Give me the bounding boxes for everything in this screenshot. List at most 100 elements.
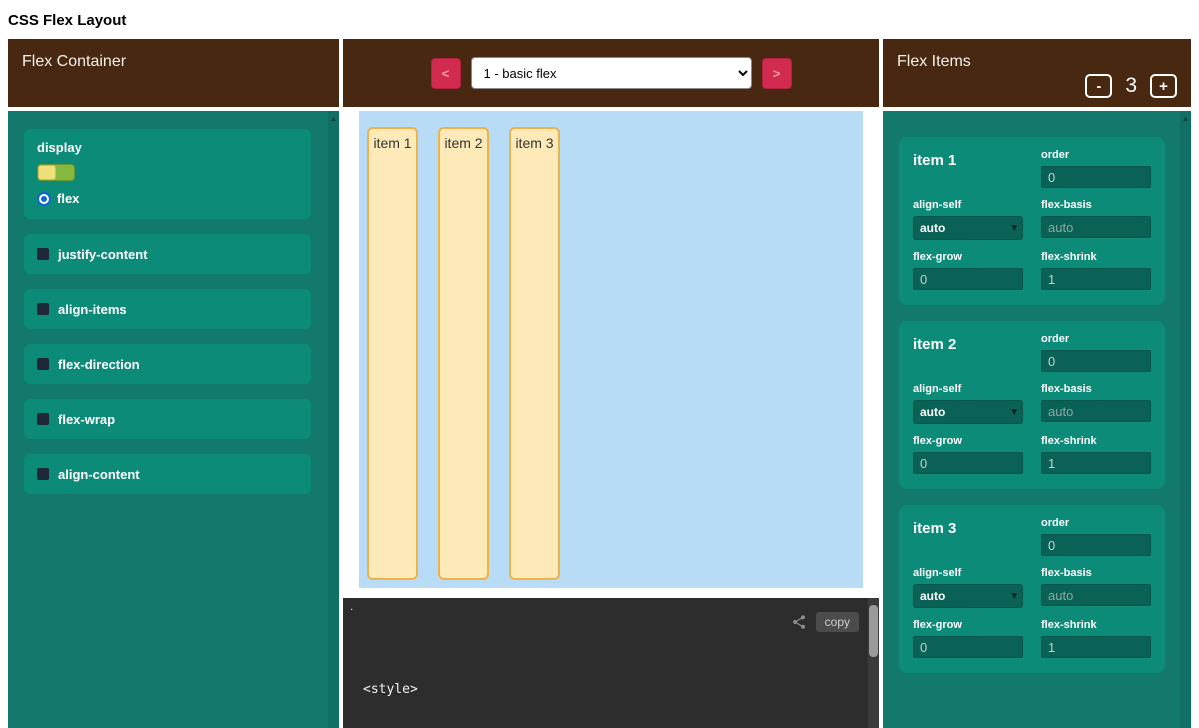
scroll-up-icon[interactable]: ▲ bbox=[328, 111, 339, 123]
flex-items-title: Flex Items bbox=[897, 53, 971, 70]
flex-item-1: item 1 bbox=[367, 127, 418, 580]
item-2-flex-basis-field: flex-basis bbox=[1041, 383, 1151, 424]
item-3-align-self-wrap: auto ▾ bbox=[913, 584, 1023, 608]
flex-container-demo: item 1 item 2 item 3 bbox=[359, 111, 863, 588]
item-card-1-title-cell: item 1 bbox=[913, 149, 1023, 188]
copy-button[interactable]: copy bbox=[816, 612, 859, 632]
item-1-flex-basis-field: flex-basis bbox=[1041, 199, 1151, 240]
scroll-up-icon[interactable]: ▲ bbox=[1180, 111, 1191, 123]
radio-dot-icon bbox=[41, 196, 47, 202]
flex-radio-label: flex bbox=[57, 191, 79, 206]
item-3-flex-shrink-input[interactable] bbox=[1041, 636, 1151, 658]
code-scrollbar[interactable] bbox=[868, 598, 879, 728]
prev-preset-button[interactable]: < bbox=[431, 58, 461, 89]
item-3-flex-grow-input[interactable] bbox=[913, 636, 1023, 658]
flex-direction-checkbox[interactable] bbox=[37, 358, 49, 370]
code-panel: . copy <style> .flex-container { display… bbox=[343, 598, 879, 728]
item-2-align-self-field: align-self auto ▾ bbox=[913, 383, 1023, 424]
flex-radio-row: flex bbox=[37, 191, 298, 206]
align-self-label: align-self bbox=[913, 383, 1023, 395]
flex-container-column: Flex Container display flex justify-cont… bbox=[8, 39, 339, 728]
align-items-label: align-items bbox=[58, 302, 127, 317]
item-1-align-self-wrap: auto ▾ bbox=[913, 216, 1023, 240]
flex-items-column: Flex Items - 3 + item 1 order bbox=[883, 39, 1191, 728]
item-1-order-input[interactable] bbox=[1041, 166, 1151, 188]
item-2-order-input[interactable] bbox=[1041, 350, 1151, 372]
code-toolbar: copy bbox=[791, 612, 859, 632]
flex-container-title: Flex Container bbox=[22, 53, 126, 70]
item-2-flex-grow-input[interactable] bbox=[913, 452, 1023, 474]
display-card: display flex bbox=[24, 129, 311, 219]
code-line: <style> bbox=[363, 680, 879, 699]
item-3-flex-basis-input[interactable] bbox=[1041, 584, 1151, 606]
flex-grow-label: flex-grow bbox=[913, 251, 1023, 263]
justify-content-label: justify-content bbox=[58, 247, 148, 262]
next-preset-button[interactable]: > bbox=[762, 58, 792, 89]
align-content-checkbox[interactable] bbox=[37, 468, 49, 480]
order-label: order bbox=[1041, 149, 1151, 161]
item-1-flex-grow-input[interactable] bbox=[913, 268, 1023, 290]
prop-card-flex-wrap: flex-wrap bbox=[24, 399, 311, 439]
flex-item-2: item 2 bbox=[438, 127, 489, 580]
flex-items-panel: item 1 order align-self auto ▾ bbox=[883, 111, 1191, 728]
item-1-order-field: order bbox=[1041, 149, 1151, 188]
page-title: CSS Flex Layout bbox=[0, 0, 1199, 39]
item-2-flex-shrink-input[interactable] bbox=[1041, 452, 1151, 474]
flex-basis-label: flex-basis bbox=[1041, 199, 1151, 211]
toggle-knob-icon bbox=[38, 165, 56, 180]
code-scrollbar-thumb[interactable] bbox=[869, 605, 878, 657]
prop-card-flex-direction: flex-direction bbox=[24, 344, 311, 384]
flex-grow-label: flex-grow bbox=[913, 435, 1023, 447]
flex-direction-label: flex-direction bbox=[58, 357, 140, 372]
item-3-align-self-field: align-self auto ▾ bbox=[913, 567, 1023, 608]
display-toggle[interactable] bbox=[37, 164, 75, 181]
item-2-align-self-select[interactable]: auto bbox=[913, 400, 1023, 424]
main-layout: Flex Container display flex justify-cont… bbox=[8, 39, 1191, 725]
item-1-align-self-select[interactable]: auto bbox=[913, 216, 1023, 240]
item-1-flex-shrink-input[interactable] bbox=[1041, 268, 1151, 290]
flex-basis-label: flex-basis bbox=[1041, 567, 1151, 579]
add-item-button[interactable]: + bbox=[1150, 74, 1177, 98]
flex-items-header: Flex Items - 3 + bbox=[883, 39, 1191, 107]
flex-shrink-label: flex-shrink bbox=[1041, 435, 1151, 447]
item-3-flex-shrink-field: flex-shrink bbox=[1041, 619, 1151, 658]
item-1-flex-basis-input[interactable] bbox=[1041, 216, 1151, 238]
flex-basis-label: flex-basis bbox=[1041, 383, 1151, 395]
preset-nav-header: < 1 - basic flex > bbox=[343, 39, 879, 107]
code-dot: . bbox=[350, 599, 353, 613]
flex-radio[interactable] bbox=[37, 192, 51, 206]
item-3-order-input[interactable] bbox=[1041, 534, 1151, 556]
prop-card-align-items: align-items bbox=[24, 289, 311, 329]
flex-wrap-checkbox[interactable] bbox=[37, 413, 49, 425]
item-count-controls: - 3 + bbox=[1085, 74, 1177, 98]
align-self-label: align-self bbox=[913, 567, 1023, 579]
item-3-flex-grow-field: flex-grow bbox=[913, 619, 1023, 658]
item-card-3-title-cell: item 3 bbox=[913, 517, 1023, 556]
prop-card-justify-content: justify-content bbox=[24, 234, 311, 274]
order-label: order bbox=[1041, 333, 1151, 345]
item-3-align-self-select[interactable]: auto bbox=[913, 584, 1023, 608]
flex-item-3: item 3 bbox=[509, 127, 560, 580]
share-icon[interactable] bbox=[791, 614, 807, 630]
item-card-1: item 1 order align-self auto ▾ bbox=[899, 137, 1165, 305]
justify-content-checkbox[interactable] bbox=[37, 248, 49, 260]
align-content-label: align-content bbox=[58, 467, 140, 482]
item-2-align-self-wrap: auto ▾ bbox=[913, 400, 1023, 424]
item-card-2: item 2 order align-self auto ▾ bbox=[899, 321, 1165, 489]
align-self-label: align-self bbox=[913, 199, 1023, 211]
remove-item-button[interactable]: - bbox=[1085, 74, 1112, 98]
preset-select[interactable]: 1 - basic flex bbox=[471, 57, 752, 89]
right-panel-scrollbar[interactable]: ▲ bbox=[1180, 111, 1191, 728]
align-items-checkbox[interactable] bbox=[37, 303, 49, 315]
item-2-title: item 2 bbox=[913, 333, 1023, 353]
item-3-flex-basis-field: flex-basis bbox=[1041, 567, 1151, 608]
item-1-flex-shrink-field: flex-shrink bbox=[1041, 251, 1151, 290]
flex-shrink-label: flex-shrink bbox=[1041, 251, 1151, 263]
left-panel-scrollbar[interactable]: ▲ bbox=[328, 111, 339, 728]
item-1-align-self-field: align-self auto ▾ bbox=[913, 199, 1023, 240]
item-2-flex-grow-field: flex-grow bbox=[913, 435, 1023, 474]
item-2-flex-basis-input[interactable] bbox=[1041, 400, 1151, 422]
item-card-2-title-cell: item 2 bbox=[913, 333, 1023, 372]
item-1-title: item 1 bbox=[913, 149, 1023, 169]
flex-container-header: Flex Container bbox=[8, 39, 339, 107]
